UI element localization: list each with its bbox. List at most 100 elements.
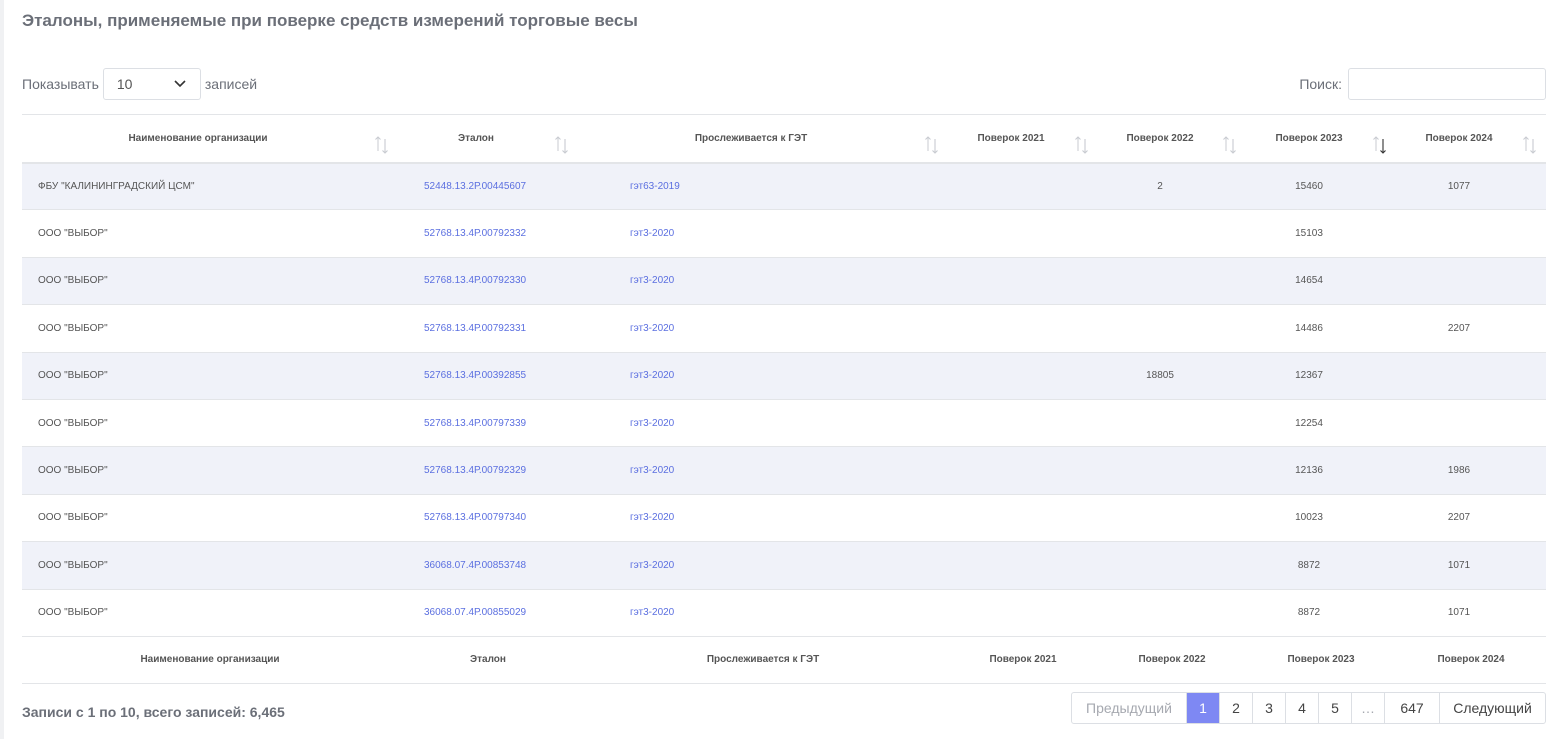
column-header[interactable]: Эталон	[398, 115, 578, 163]
table-cell-org: ООО "ВЫБОР"	[38, 228, 108, 240]
table-cell-etalon: 52768.13.4Р.00797340	[398, 494, 578, 541]
table-cell-y2023: 12136	[1295, 465, 1323, 477]
sort-icon	[1523, 136, 1536, 154]
sort-icon	[1223, 136, 1236, 154]
length-label-after: записей	[204, 76, 258, 92]
table-cell-get: гэт3-2020	[578, 494, 948, 541]
get-link[interactable]: гэт3-2020	[630, 370, 674, 381]
get-link[interactable]: гэт3-2020	[630, 512, 674, 523]
column-footer-label: Эталон	[470, 654, 506, 666]
column-footer-label: Прослеживается к ГЭТ	[706, 654, 820, 666]
table-cell-y2022	[1098, 399, 1246, 446]
column-header[interactable]: Поверок 2021	[948, 115, 1098, 163]
table-cell-y2021	[948, 257, 1098, 304]
get-link[interactable]: гэт3-2020	[630, 560, 674, 571]
table-cell-etalon: 52768.13.4Р.00797339	[398, 399, 578, 446]
etalon-link[interactable]: 52768.13.4Р.00792331	[424, 323, 526, 334]
table-cell-org: ООО "ВЫБОР"	[38, 512, 108, 524]
search-label: Поиск:	[1299, 76, 1342, 92]
etalon-link[interactable]: 52768.13.4Р.00797339	[424, 418, 526, 429]
table-cell-get: гэт3-2020	[578, 589, 948, 636]
table-cell-org: ООО "ВЫБОР"	[38, 607, 108, 619]
table-cell-get: гэт3-2020	[578, 399, 948, 446]
table-cell-etalon: 36068.07.4Р.00855029	[398, 589, 578, 636]
table-row: ООО "ВЫБОР" 52768.13.4Р.00792330 гэт3-2020…	[22, 257, 1546, 305]
etalon-link[interactable]: 52768.13.4Р.00792329	[424, 465, 526, 476]
table-cell-etalon: 52768.13.4Р.00792329	[398, 447, 578, 494]
table-cell-y2023: 14486	[1295, 322, 1323, 334]
column-footer-label: Поверок 2022	[1138, 654, 1206, 666]
table-cell-y2021	[948, 163, 1098, 210]
column-header[interactable]: Поверок 2024	[1396, 115, 1546, 163]
table-row: ООО "ВЫБОР" 36068.07.4Р.00853748 гэт3-2020…	[22, 541, 1546, 590]
column-header[interactable]: Поверок 2022	[1098, 115, 1246, 163]
etalon-link[interactable]: 36068.07.4Р.00855029	[424, 607, 526, 618]
table-cell-y2024: 2207	[1447, 512, 1471, 524]
table-cell-etalon: 52768.13.4Р.00392855	[398, 352, 578, 399]
table-cell-get: гэт3-2020	[578, 447, 948, 494]
table-row: ООО "ВЫБОР" 52768.13.4Р.00797339 гэт3-2020…	[22, 399, 1546, 447]
table-cell-y2024: 1071	[1447, 607, 1471, 619]
table-row: ООО "ВЫБОР" 36068.07.4Р.00855029 гэт3-2020…	[22, 589, 1546, 637]
table-cell-y2021	[948, 210, 1098, 257]
pagination-prev-button[interactable]: Предыдущий	[1072, 693, 1186, 723]
etalon-link[interactable]: 52768.13.4Р.00792330	[424, 275, 526, 286]
table-body: ФБУ "КАЛИНИНГРАДСКИЙ ЦСМ" 52448.13.2Р.004…	[22, 162, 1546, 637]
table-cell-get: гэт3-2020	[578, 542, 948, 589]
etalon-link[interactable]: 52448.13.2Р.00445607	[424, 181, 526, 192]
table-row: ООО "ВЫБОР" 52768.13.4Р.00797340 гэт3-2020…	[22, 494, 1546, 542]
table-cell-y2022	[1098, 210, 1246, 257]
pagination-ellipsis: …	[1351, 693, 1384, 723]
pagination-page-3[interactable]: 3	[1252, 693, 1285, 723]
pagination-page-last[interactable]: 647	[1384, 693, 1439, 723]
sort-icon	[1075, 136, 1088, 154]
table-cell-org: ООО "ВЫБОР"	[38, 465, 108, 477]
table-cell-get: гэт3-2020	[578, 305, 948, 352]
column-header[interactable]: Поверок 2023	[1246, 115, 1396, 163]
etalon-link[interactable]: 52768.13.4Р.00797340	[424, 512, 526, 523]
etalon-link[interactable]: 36068.07.4Р.00853748	[424, 560, 526, 571]
table-cell-y2024: 1071	[1447, 559, 1471, 571]
table-cell-y2024	[1396, 257, 1546, 304]
table-cell-etalon: 52768.13.4Р.00792331	[398, 305, 578, 352]
get-link[interactable]: гэт3-2020	[630, 607, 674, 618]
table-row: ООО "ВЫБОР" 52768.13.4Р.00792331 гэт3-2020…	[22, 305, 1546, 353]
column-header-label: Поверок 2021	[977, 132, 1045, 144]
pagination-page-2[interactable]: 2	[1219, 693, 1252, 723]
table-cell-etalon: 52768.13.4Р.00792330	[398, 257, 578, 304]
etalon-link[interactable]: 52768.13.4Р.00792332	[424, 228, 526, 239]
table-cell-y2022	[1098, 257, 1246, 304]
table-cell-y2023: 15103	[1295, 228, 1323, 240]
get-link[interactable]: гэт3-2020	[630, 228, 674, 239]
search-input[interactable]	[1348, 68, 1546, 100]
table-cell-y2024	[1396, 352, 1546, 399]
sort-icon	[925, 136, 938, 154]
table-header-row: Наименование организации Эталон Прослежива…	[22, 114, 1546, 163]
table-cell-get: гэт3-2020	[578, 352, 948, 399]
etalons-table: Наименование организации Эталон Прослежива…	[22, 114, 1546, 684]
column-header-label: Поверок 2024	[1425, 132, 1493, 144]
table-cell-y2024	[1396, 399, 1546, 446]
get-link[interactable]: гэт3-2020	[630, 418, 674, 429]
pagination-next-button[interactable]: Следующий	[1439, 693, 1545, 723]
page-length-select[interactable]: 10	[102, 68, 201, 100]
etalon-link[interactable]: 52768.13.4Р.00392855	[424, 370, 526, 381]
table-cell-y2023: 14654	[1295, 275, 1323, 287]
column-header[interactable]: Наименование организации	[22, 115, 398, 163]
records-info: Записи с 1 по 10, всего записей: 6,465	[22, 704, 285, 720]
column-header[interactable]: Прослеживается к ГЭТ	[578, 115, 948, 163]
table-cell-y2021	[948, 494, 1098, 541]
table-cell-y2024	[1396, 210, 1546, 257]
get-link[interactable]: гэт3-2020	[630, 323, 674, 334]
table-cell-org: ООО "ВЫБОР"	[38, 370, 108, 382]
table-cell-y2022: 2	[1157, 180, 1163, 192]
pagination-page-5[interactable]: 5	[1318, 693, 1351, 723]
get-link[interactable]: гэт3-2020	[630, 465, 674, 476]
sort-icon	[555, 136, 568, 154]
pagination-page-1[interactable]: 1	[1186, 693, 1219, 723]
pagination-page-4[interactable]: 4	[1285, 693, 1318, 723]
get-link[interactable]: гэт63-2019	[630, 181, 680, 192]
table-row: ООО "ВЫБОР" 52768.13.4Р.00792332 гэт3-2020…	[22, 210, 1546, 258]
table-row: ООО "ВЫБОР" 52768.13.4Р.00792329 гэт3-2020…	[22, 446, 1546, 495]
get-link[interactable]: гэт3-2020	[630, 275, 674, 286]
